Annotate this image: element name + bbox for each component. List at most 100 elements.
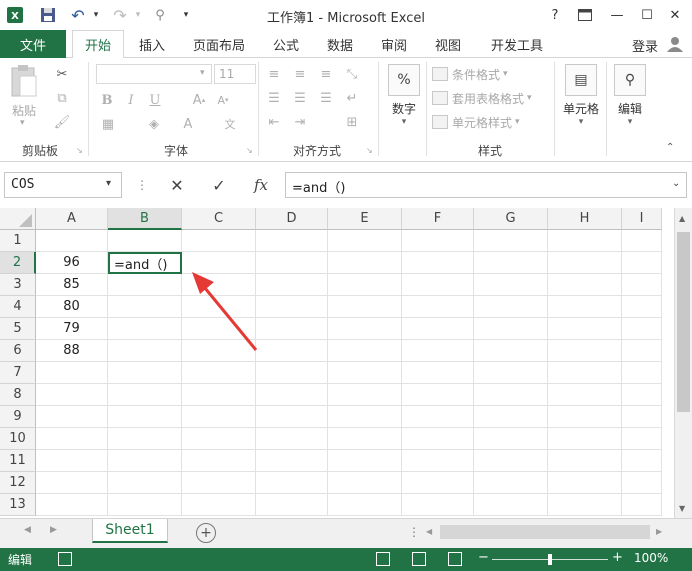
- cell-c13[interactable]: [182, 494, 256, 516]
- cell-b6[interactable]: [108, 340, 182, 362]
- tab-view[interactable]: 视图: [426, 30, 470, 58]
- cell-d11[interactable]: [256, 450, 328, 472]
- cell-g10[interactable]: [474, 428, 548, 450]
- cell-g4[interactable]: [474, 296, 548, 318]
- cell-g7[interactable]: [474, 362, 548, 384]
- cell-b9[interactable]: [108, 406, 182, 428]
- cell-i3[interactable]: [622, 274, 662, 296]
- paste-dropdown-icon[interactable]: ▾: [20, 118, 25, 128]
- cell-a9[interactable]: [36, 406, 108, 428]
- tab-data[interactable]: 数据: [318, 30, 362, 58]
- cell-i11[interactable]: [622, 450, 662, 472]
- cell-styles-button[interactable]: 单元格样式 ▾: [432, 112, 520, 132]
- cell-g12[interactable]: [474, 472, 548, 494]
- cell-g1[interactable]: [474, 230, 548, 252]
- enter-button[interactable]: ✓: [208, 174, 230, 196]
- close-button[interactable]: ✕: [664, 4, 686, 26]
- cell-f11[interactable]: [402, 450, 474, 472]
- cell-a12[interactable]: [36, 472, 108, 494]
- paste-label[interactable]: 粘贴: [12, 102, 36, 119]
- cell-g8[interactable]: [474, 384, 548, 406]
- cell-h4[interactable]: [548, 296, 622, 318]
- conditional-formatting-button[interactable]: 条件格式 ▾: [432, 64, 508, 84]
- cell-f12[interactable]: [402, 472, 474, 494]
- decrease-indent-icon[interactable]: ⇤: [264, 112, 284, 132]
- tab-home[interactable]: 开始: [72, 30, 124, 59]
- prev-sheet-icon[interactable]: ◀: [24, 525, 31, 535]
- cell-g2[interactable]: [474, 252, 548, 274]
- cell-e12[interactable]: [328, 472, 402, 494]
- cell-e11[interactable]: [328, 450, 402, 472]
- cell-d6[interactable]: [256, 340, 328, 362]
- cell-i5[interactable]: [622, 318, 662, 340]
- vertical-scroll-thumb[interactable]: [677, 232, 690, 412]
- cell-c7[interactable]: [182, 362, 256, 384]
- cell-d2[interactable]: [256, 252, 328, 274]
- cell-h2[interactable]: [548, 252, 622, 274]
- row-header-5[interactable]: 5: [0, 318, 36, 340]
- number-format-button[interactable]: % 数字 ▾: [384, 64, 424, 127]
- macro-record-icon[interactable]: [58, 552, 72, 566]
- insert-function-button[interactable]: fx: [250, 174, 272, 196]
- column-header-g[interactable]: G: [474, 208, 548, 230]
- cell-h13[interactable]: [548, 494, 622, 516]
- cell-i13[interactable]: [622, 494, 662, 516]
- cell-b4[interactable]: [108, 296, 182, 318]
- cell-d9[interactable]: [256, 406, 328, 428]
- zoom-in-button[interactable]: +: [612, 550, 623, 565]
- align-left-icon[interactable]: ☰: [264, 88, 284, 108]
- font-launcher-icon[interactable]: ↘: [246, 146, 253, 155]
- format-as-table-button[interactable]: 套用表格格式 ▾: [432, 88, 532, 108]
- tab-file[interactable]: 文件: [0, 30, 66, 58]
- cell-d1[interactable]: [256, 230, 328, 252]
- cell-a10[interactable]: [36, 428, 108, 450]
- help-button[interactable]: ?: [544, 4, 566, 26]
- italic-icon[interactable]: I: [122, 90, 140, 110]
- align-bottom-icon[interactable]: ≡: [316, 64, 336, 84]
- cell-f13[interactable]: [402, 494, 474, 516]
- cell-i7[interactable]: [622, 362, 662, 384]
- cell-c1[interactable]: [182, 230, 256, 252]
- scroll-up-icon[interactable]: ▲: [679, 214, 685, 223]
- ribbon-display-options-icon[interactable]: [574, 4, 596, 26]
- cell-i2[interactable]: [622, 252, 662, 274]
- row-header-10[interactable]: 10: [0, 428, 36, 450]
- cell-i12[interactable]: [622, 472, 662, 494]
- row-header-4[interactable]: 4: [0, 296, 36, 318]
- horizontal-scroll-thumb[interactable]: [440, 525, 650, 539]
- cell-g3[interactable]: [474, 274, 548, 296]
- cell-f10[interactable]: [402, 428, 474, 450]
- cell-h8[interactable]: [548, 384, 622, 406]
- cell-a7[interactable]: [36, 362, 108, 384]
- cell-e1[interactable]: [328, 230, 402, 252]
- cell-i10[interactable]: [622, 428, 662, 450]
- font-size-combo[interactable]: 11: [214, 64, 256, 84]
- column-header-e[interactable]: E: [328, 208, 402, 230]
- cell-h1[interactable]: [548, 230, 622, 252]
- decrease-font-icon[interactable]: A ▾: [214, 90, 232, 110]
- format-painter-icon[interactable]: 🖌: [52, 112, 72, 132]
- cell-b8[interactable]: [108, 384, 182, 406]
- cell-d7[interactable]: [256, 362, 328, 384]
- row-header-8[interactable]: 8: [0, 384, 36, 406]
- cell-d13[interactable]: [256, 494, 328, 516]
- cancel-entry-button[interactable]: ✕: [166, 174, 188, 196]
- cell-a3[interactable]: 85: [36, 274, 108, 296]
- wrap-text-icon[interactable]: ↵: [342, 88, 362, 108]
- login-link[interactable]: 登录: [632, 36, 658, 55]
- expand-formula-bar-icon[interactable]: ⌄: [672, 178, 680, 189]
- cell-f6[interactable]: [402, 340, 474, 362]
- cell-i1[interactable]: [622, 230, 662, 252]
- cell-g13[interactable]: [474, 494, 548, 516]
- minimize-button[interactable]: —: [606, 4, 628, 26]
- cell-e2[interactable]: [328, 252, 402, 274]
- name-box-dropdown-icon[interactable]: ▾: [106, 178, 111, 189]
- cell-h5[interactable]: [548, 318, 622, 340]
- cell-e6[interactable]: [328, 340, 402, 362]
- cell-h6[interactable]: [548, 340, 622, 362]
- cell-f8[interactable]: [402, 384, 474, 406]
- cell-d3[interactable]: [256, 274, 328, 296]
- increase-indent-icon[interactable]: ⇥: [290, 112, 310, 132]
- cell-e5[interactable]: [328, 318, 402, 340]
- active-cell-b2[interactable]: =and（): [108, 252, 182, 274]
